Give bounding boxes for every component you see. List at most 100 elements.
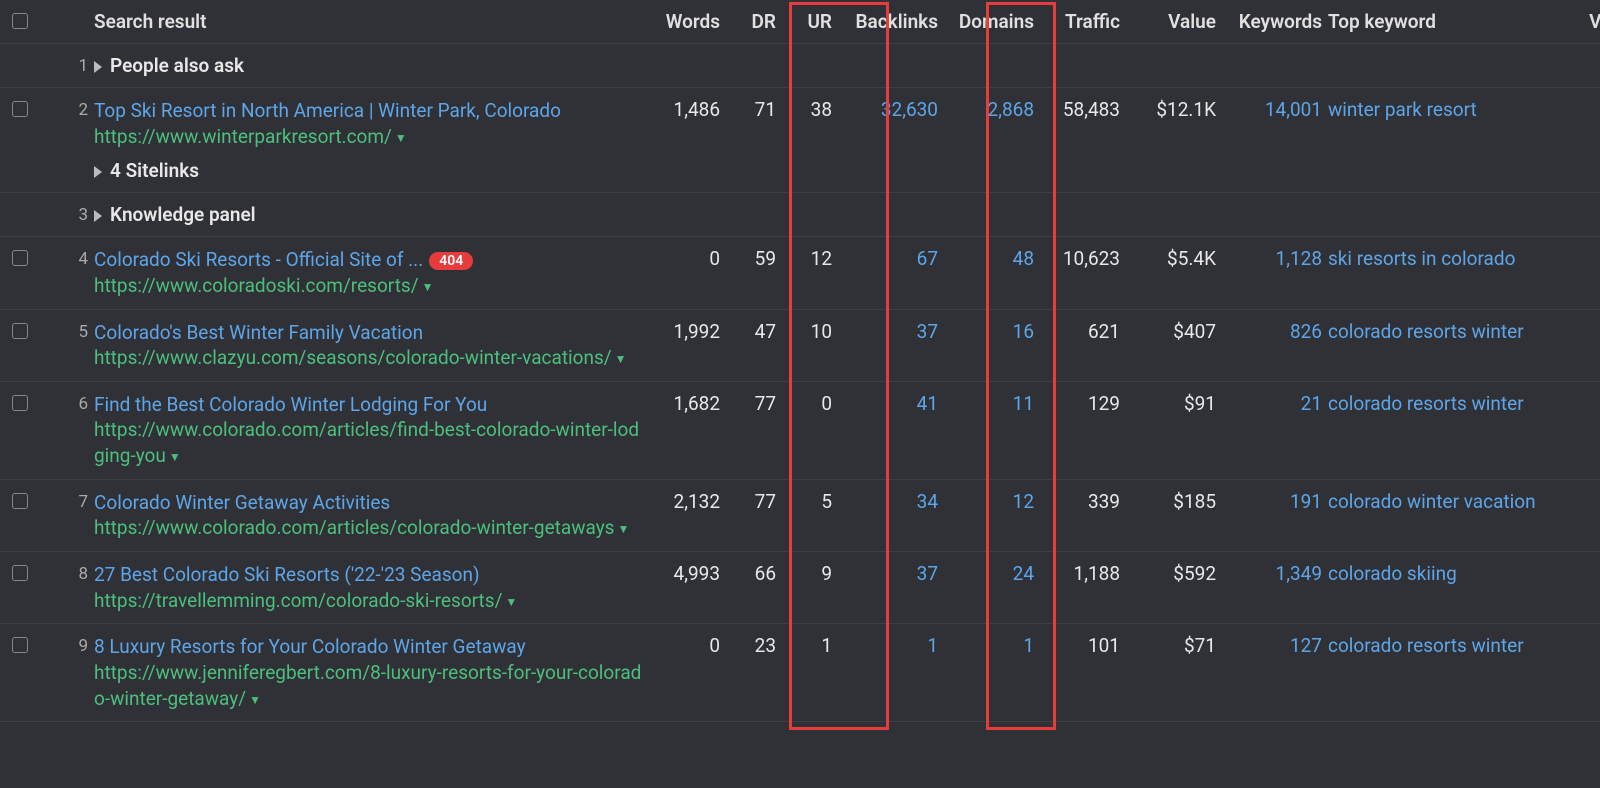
result-url[interactable]: https://www.jenniferegbert.com/8-luxury-… [94, 661, 641, 710]
expand-toggle[interactable]: Knowledge panel [94, 203, 644, 226]
url-dropdown-icon[interactable]: ▼ [618, 522, 630, 536]
metric-value: $185 [1126, 490, 1216, 513]
metric-keywords[interactable]: 21 [1222, 392, 1322, 415]
rank-number: 6 [58, 392, 88, 414]
metric-backlinks[interactable]: 41 [838, 392, 938, 415]
rank-number: 4 [58, 247, 88, 269]
metric-domains[interactable]: 48 [944, 247, 1034, 270]
col-traffic[interactable]: Traffic [1040, 10, 1120, 33]
result-title-link[interactable]: Colorado's Best Winter Family Vacation [94, 321, 423, 344]
metric-keywords[interactable]: 1,349 [1222, 562, 1322, 585]
url-dropdown-icon[interactable]: ▼ [395, 131, 407, 145]
row-checkbox[interactable] [12, 565, 28, 581]
url-dropdown-icon[interactable]: ▼ [615, 352, 627, 366]
metric-domains[interactable]: 16 [944, 320, 1034, 343]
metric-backlinks[interactable]: 37 [838, 320, 938, 343]
metric-keywords[interactable]: 127 [1222, 634, 1322, 657]
rank-number: 5 [58, 320, 88, 342]
top-keyword-link[interactable]: colorado resorts winter [1328, 392, 1558, 415]
col-top-keyword[interactable]: Top keyword [1328, 10, 1558, 33]
search-result-cell: Find the Best Colorado Winter Lodging Fo… [94, 392, 644, 469]
metric-keywords[interactable]: 14,001 [1222, 98, 1322, 121]
metric-ur: 5 [782, 490, 832, 513]
top-keyword-link[interactable]: ski resorts in colorado [1328, 247, 1558, 270]
metric-backlinks[interactable]: 32,630 [838, 98, 938, 121]
table-row: 3Knowledge panel [0, 193, 1600, 237]
result-url[interactable]: https://www.clazyu.com/seasons/colorado-… [94, 346, 612, 369]
row-checkbox[interactable] [12, 101, 28, 117]
metric-domains[interactable]: 2,868 [944, 98, 1034, 121]
col-ur[interactable]: UR [782, 10, 832, 33]
url-dropdown-icon[interactable]: ▼ [169, 450, 181, 464]
metric-ur: 12 [782, 247, 832, 270]
metric-domains[interactable]: 1 [944, 634, 1034, 657]
metric-value: $5.4K [1126, 247, 1216, 270]
metric-backlinks[interactable]: 67 [838, 247, 938, 270]
metric-words: 0 [650, 634, 720, 657]
search-result-cell: Top Ski Resort in North America | Winter… [94, 98, 644, 182]
result-title-link[interactable]: Find the Best Colorado Winter Lodging Fo… [94, 393, 487, 416]
result-url[interactable]: https://travellemming.com/colorado-ski-r… [94, 589, 502, 612]
metric-volume: 33K [1564, 98, 1600, 121]
row-checkbox[interactable] [12, 637, 28, 653]
metric-keywords[interactable]: 826 [1222, 320, 1322, 343]
metric-keywords[interactable]: 1,128 [1222, 247, 1322, 270]
result-url[interactable]: https://www.coloradoski.com/resorts/ [94, 274, 419, 297]
result-url[interactable]: https://www.colorado.com/articles/colora… [94, 516, 615, 539]
metric-keywords[interactable]: 191 [1222, 490, 1322, 513]
top-keyword-link[interactable]: winter park resort [1328, 98, 1558, 121]
metric-dr: 77 [726, 490, 776, 513]
metric-dr: 77 [726, 392, 776, 415]
metric-traffic: 621 [1040, 320, 1120, 343]
metric-value: $71 [1126, 634, 1216, 657]
col-value[interactable]: Value [1126, 10, 1216, 33]
search-result-cell: People also ask [94, 54, 644, 77]
col-search-result[interactable]: Search result [94, 10, 644, 33]
metric-domains[interactable]: 12 [944, 490, 1034, 513]
result-title-link[interactable]: 27 Best Colorado Ski Resorts ('22-'23 Se… [94, 563, 480, 586]
metric-backlinks[interactable]: 1 [838, 634, 938, 657]
metric-backlinks[interactable]: 34 [838, 490, 938, 513]
metric-volume: 500 [1564, 392, 1600, 415]
select-all-checkbox[interactable] [12, 13, 28, 29]
col-dr[interactable]: DR [726, 10, 776, 33]
col-volume[interactable]: Volume [1564, 10, 1600, 33]
expand-toggle[interactable]: People also ask [94, 54, 644, 77]
result-title-link[interactable]: Colorado Winter Getaway Activities [94, 491, 390, 514]
metric-domains[interactable]: 11 [944, 392, 1034, 415]
row-checkbox[interactable] [12, 250, 28, 266]
top-keyword-link[interactable]: colorado skiing [1328, 562, 1558, 585]
url-dropdown-icon[interactable]: ▼ [422, 280, 434, 294]
result-url[interactable]: https://www.winterparkresort.com/ [94, 125, 392, 148]
top-keyword-link[interactable]: colorado resorts winter [1328, 634, 1558, 657]
metric-volume: 500 [1564, 634, 1600, 657]
table-row: 1 People also ask [0, 44, 1600, 88]
result-title-link[interactable]: Colorado Ski Resorts - Official Site of … [94, 248, 423, 271]
sitelinks-toggle[interactable]: 4 Sitelinks [94, 159, 644, 182]
search-result-cell: Colorado's Best Winter Family Vacationht… [94, 320, 644, 371]
top-keyword-link[interactable]: colorado resorts winter [1328, 320, 1558, 343]
col-backlinks[interactable]: Backlinks [838, 10, 938, 33]
metric-backlinks[interactable]: 37 [838, 562, 938, 585]
result-title-link[interactable]: 8 Luxury Resorts for Your Colorado Winte… [94, 635, 526, 658]
col-keywords[interactable]: Keywords [1222, 10, 1322, 33]
metric-value: $91 [1126, 392, 1216, 415]
url-dropdown-icon[interactable]: ▼ [249, 693, 261, 707]
row-checkbox[interactable] [12, 323, 28, 339]
metric-volume: 9.6K [1564, 247, 1600, 270]
metric-dr: 59 [726, 247, 776, 270]
search-result-cell: Colorado Ski Resorts - Official Site of … [94, 247, 644, 298]
row-checkbox[interactable] [12, 493, 28, 509]
col-domains[interactable]: Domains [944, 10, 1034, 33]
url-dropdown-icon[interactable]: ▼ [505, 595, 517, 609]
top-keyword-link[interactable]: colorado winter vacation [1328, 490, 1558, 513]
metric-domains[interactable]: 24 [944, 562, 1034, 585]
table-row: 2Top Ski Resort in North America | Winte… [0, 88, 1600, 193]
rank-number: 1 [58, 54, 88, 76]
row-checkbox[interactable] [12, 395, 28, 411]
search-result-cell: Colorado Winter Getaway Activitieshttps:… [94, 490, 644, 541]
result-title-link[interactable]: Top Ski Resort in North America | Winter… [94, 99, 561, 122]
metric-dr: 66 [726, 562, 776, 585]
col-words[interactable]: Words [650, 10, 720, 33]
rank-number: 9 [58, 634, 88, 656]
